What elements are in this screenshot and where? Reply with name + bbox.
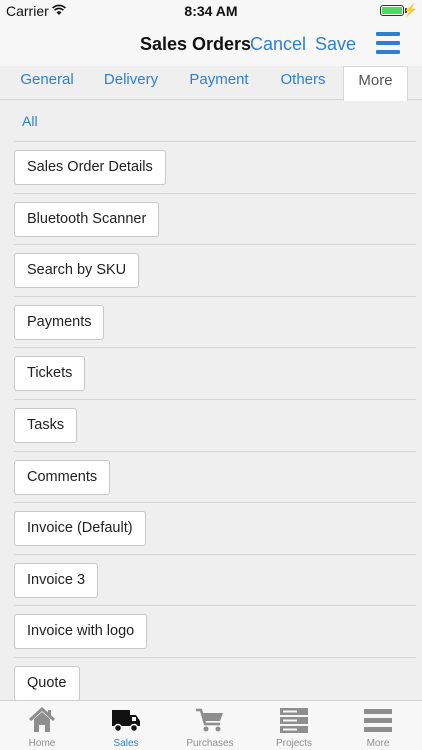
section-tabs: General Delivery Payment Others More [0,66,422,101]
cart-icon [196,708,223,732]
save-button[interactable]: Save [315,34,356,55]
comments-button[interactable]: Comments [14,459,111,495]
tickets-button[interactable]: Tickets [14,356,86,392]
tabbar-projects[interactable]: Projects [252,701,336,750]
menu-icon [364,709,392,732]
tabbar-purchases-label: Purchases [186,738,234,749]
server-icon [280,708,308,733]
tabbar-more-label: More [366,738,390,749]
more-options-list: Sales Order Details Bluetooth Scanner Se… [0,142,422,710]
charging-bolt-icon: ⚡ [403,3,418,17]
search-by-sku-button[interactable]: Search by SKU [14,253,140,289]
list-item: Invoice 3 [14,555,416,607]
tabbar-more[interactable]: More [336,701,420,750]
tab-delivery[interactable]: Delivery [96,66,166,100]
home-icon [28,706,56,732]
invoice-with-logo-button[interactable]: Invoice with logo [14,614,148,650]
tabbar-purchases[interactable]: Purchases [168,701,252,750]
bottom-tab-bar: Home Sales Purchases Projects More [0,700,422,750]
battery-fill [382,7,402,14]
list-item: Comments [14,452,416,504]
tabbar-projects-label: Projects [275,738,313,749]
tab-general[interactable]: General [14,66,80,100]
page-title: Sales Orders [140,34,252,54]
tasks-button[interactable]: Tasks [14,407,78,443]
clock: 8:34 AM [184,3,238,19]
list-item: Bluetooth Scanner [14,194,416,246]
list-item: Tickets [14,348,416,400]
quote-button[interactable]: Quote [14,665,80,701]
filter-all-link[interactable]: All [22,113,38,129]
bluetooth-scanner-button[interactable]: Bluetooth Scanner [14,201,160,237]
sales-order-details-button[interactable]: Sales Order Details [14,150,166,185]
payments-button[interactable]: Payments [14,304,105,340]
list-item: Invoice with logo [14,606,416,658]
tabbar-sales-label: Sales [113,738,139,749]
cancel-button[interactable]: Cancel [250,34,306,55]
tab-payment[interactable]: Payment [182,66,256,100]
list-item: Sales Order Details [14,142,416,194]
tab-others[interactable]: Others [272,66,334,100]
status-bar: Carrier 8:34 AM ⚡ [0,0,422,22]
tabbar-home-label: Home [28,738,56,749]
list-item: Tasks [14,400,416,452]
navigation-bar: Sales Orders Cancel Save [0,22,422,66]
hamburger-menu-icon[interactable] [376,32,400,54]
tab-more[interactable]: More [343,66,408,101]
list-item: Payments [14,297,416,349]
truck-icon [112,710,140,733]
tabbar-sales[interactable]: Sales [84,701,168,750]
list-item: Invoice (Default) [14,503,416,555]
battery-icon [380,5,404,16]
tabbar-home[interactable]: Home [0,701,84,750]
list-item: Search by SKU [14,245,416,297]
invoice-default-button[interactable]: Invoice (Default) [14,511,146,547]
invoice-3-button[interactable]: Invoice 3 [14,562,99,598]
